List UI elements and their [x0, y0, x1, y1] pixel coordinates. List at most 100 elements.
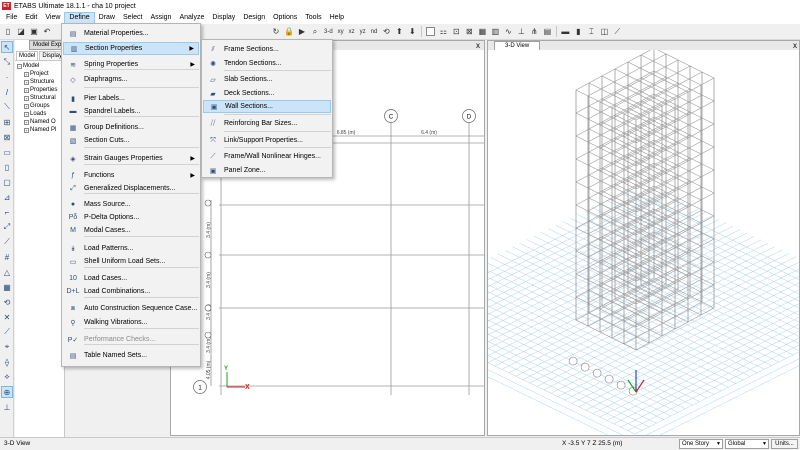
support-icon[interactable]: △: [1, 266, 13, 278]
draw-link-icon[interactable]: ⊿: [1, 191, 13, 203]
forces-icon[interactable]: ⋔: [528, 26, 540, 38]
draw-reference-icon[interactable]: ⤢: [1, 221, 13, 233]
draw-floor-icon[interactable]: ▭: [1, 146, 13, 158]
menu-item-pier-labels[interactable]: ▮ Pier Labels...: [63, 92, 199, 105]
menu-item-material-properties[interactable]: ▤ Material Properties...: [63, 27, 199, 40]
view-yz-button[interactable]: yz: [358, 26, 368, 38]
expand-icon[interactable]: +: [24, 71, 29, 77]
menu-help[interactable]: Help: [326, 12, 348, 24]
menu-item-load-patterns[interactable]: ↡ Load Patterns...: [63, 242, 199, 255]
draw-brace-icon[interactable]: ⊠: [1, 131, 13, 143]
grid-bubble-3d[interactable]: [568, 356, 578, 366]
menu-item-group-definitions[interactable]: ▦ Group Definitions...: [63, 121, 199, 134]
3d-view-tab[interactable]: 3-D View: [494, 41, 541, 50]
expand-icon[interactable]: +: [24, 111, 29, 117]
menu-display[interactable]: Display: [208, 12, 239, 24]
tree-item[interactable]: + Loads: [15, 110, 64, 118]
story-select[interactable]: One Story ▼: [679, 439, 723, 449]
menu-design[interactable]: Design: [239, 12, 269, 24]
run-icon[interactable]: ▶: [296, 26, 308, 38]
menu-options[interactable]: Options: [269, 12, 301, 24]
view-xy-button[interactable]: xy: [336, 26, 346, 38]
grid-bubble[interactable]: [204, 304, 212, 312]
reshape-icon[interactable]: ⤡: [1, 56, 13, 68]
expand-icon[interactable]: +: [24, 127, 29, 133]
shrink-icon[interactable]: ⊡: [450, 26, 462, 38]
tree-item[interactable]: + Named Pl: [15, 126, 64, 134]
collapse-icon[interactable]: −: [17, 63, 22, 69]
display-icon[interactable]: ▥: [489, 26, 501, 38]
tab-model[interactable]: Model: [16, 51, 39, 60]
draw-dimension-icon[interactable]: ⌐: [1, 206, 13, 218]
menu-edit[interactable]: Edit: [21, 12, 41, 24]
menu-item-wall-sections[interactable]: ▣ Wall Sections...: [203, 100, 331, 113]
snap-mid-icon[interactable]: ⟠: [1, 356, 13, 368]
draw-line-icon[interactable]: ⟋: [611, 26, 623, 38]
design-composite-icon[interactable]: ⌶: [585, 26, 597, 38]
menu-file[interactable]: File: [2, 12, 21, 24]
draw-opening-icon[interactable]: ▢: [1, 176, 13, 188]
open-icon[interactable]: ◪: [15, 26, 27, 38]
up-icon[interactable]: ⬆: [393, 26, 405, 38]
tree-item[interactable]: + Structure: [15, 78, 64, 86]
design-steel-icon[interactable]: ▬: [559, 26, 571, 38]
view-3d-button[interactable]: 3-d: [322, 26, 335, 38]
grid-bubble-3d[interactable]: [604, 374, 614, 384]
view-xz-button[interactable]: xz: [347, 26, 357, 38]
tree-item[interactable]: + Groups: [15, 102, 64, 110]
view-nd-button[interactable]: nd: [369, 26, 380, 38]
draw-column-icon[interactable]: ⊞: [1, 116, 13, 128]
refresh-icon[interactable]: ↻: [270, 26, 282, 38]
menu-item-panel-zone[interactable]: ▣ Panel Zone...: [203, 164, 331, 177]
checkbox-icon[interactable]: [426, 27, 436, 36]
menu-item-tendon-sections[interactable]: ✺ Tendon Sections...: [203, 57, 331, 70]
pointer-icon[interactable]: ↖: [1, 41, 13, 53]
stresses-icon[interactable]: ▤: [541, 26, 553, 38]
expand-icon[interactable]: +: [24, 95, 29, 101]
menu-item-slab-sections[interactable]: ▱ Slab Sections...: [203, 73, 331, 86]
tree-item[interactable]: + Properties: [15, 86, 64, 94]
draw-wall-icon[interactable]: ▯: [1, 161, 13, 173]
tree-item-model[interactable]: − Model: [15, 62, 64, 70]
grid-bubble[interactable]: [204, 251, 212, 259]
menu-item-load-combinations[interactable]: D+L Load Combinations...: [63, 285, 199, 298]
menu-item-strain-gauges[interactable]: ◈ Strain Gauges Properties ▶: [63, 152, 199, 165]
grid-bubble-3d[interactable]: [592, 368, 602, 378]
rotate-icon[interactable]: ⟲: [380, 26, 392, 38]
menu-item-functions[interactable]: ƒ Functions ▶: [63, 169, 199, 182]
save-icon[interactable]: ▣: [28, 26, 40, 38]
draw-beam-icon[interactable]: ⟍: [1, 101, 13, 113]
show-undeformed-icon[interactable]: ▦: [476, 26, 488, 38]
menu-tools[interactable]: Tools: [301, 12, 325, 24]
menu-item-section-cuts[interactable]: ▧ Section Cuts...: [63, 134, 199, 147]
expand-icon[interactable]: +: [24, 119, 29, 125]
menu-item-modal-cases[interactable]: M Modal Cases...: [63, 224, 199, 237]
units-button[interactable]: Units...: [771, 439, 798, 449]
tree-item[interactable]: + Structural: [15, 94, 64, 102]
draw-tendon-icon[interactable]: ⟋: [1, 236, 13, 248]
zoom-window-icon[interactable]: ⌕: [309, 26, 321, 38]
grid-bubble-3d[interactable]: [616, 380, 626, 390]
select-all-icon[interactable]: ▦: [1, 281, 13, 293]
menu-item-shell-uniform-load-sets[interactable]: ▭ Shell Uniform Load Sets...: [63, 255, 199, 268]
menu-item-table-named-sets[interactable]: ▤ Table Named Sets...: [63, 349, 199, 362]
snap-end-icon[interactable]: ⟡: [1, 371, 13, 383]
expand-icon[interactable]: +: [24, 87, 29, 93]
snap-perp-icon[interactable]: ⊥: [1, 401, 13, 413]
lock-icon[interactable]: 🔒: [283, 26, 295, 38]
close-icon[interactable]: x: [793, 41, 797, 50]
clear-selection-icon[interactable]: ✕: [1, 311, 13, 323]
get-previous-icon[interactable]: ⟲: [1, 296, 13, 308]
3d-view-window[interactable]: 3-D View x: [487, 40, 800, 436]
expand-icon[interactable]: +: [24, 103, 29, 109]
snap-icon[interactable]: ⌖: [1, 341, 13, 353]
expand-icon[interactable]: +: [24, 79, 29, 85]
menu-item-auto-construction-sequence[interactable]: ⧈ Auto Construction Sequence Case...: [63, 302, 199, 315]
grid-icon[interactable]: #: [1, 251, 13, 263]
3d-view-canvas[interactable]: [488, 50, 800, 436]
new-model-icon[interactable]: ▯: [2, 26, 14, 38]
draw-frame-icon[interactable]: /: [1, 86, 13, 98]
grid-bubble-3d[interactable]: [580, 362, 590, 372]
reactions-icon[interactable]: ⊥: [515, 26, 527, 38]
snap-grid-icon[interactable]: ⊕: [1, 386, 13, 398]
